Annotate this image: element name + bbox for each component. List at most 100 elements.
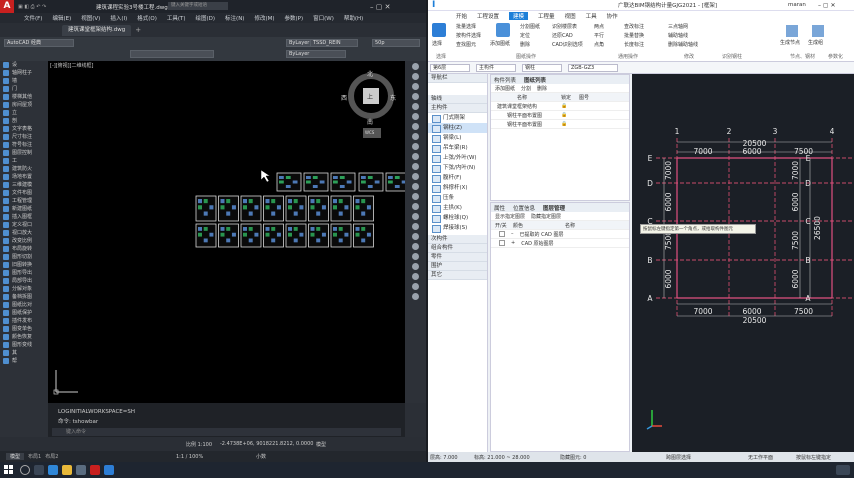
split-link[interactable]: 分割 bbox=[521, 85, 531, 92]
gld-tab-view[interactable]: 视图 bbox=[565, 12, 576, 20]
floor-select[interactable]: 第6层 bbox=[430, 64, 470, 72]
two-points[interactable]: 两点 bbox=[594, 23, 604, 30]
menu-window[interactable]: 窗口(W) bbox=[313, 14, 334, 22]
select-by-member[interactable]: 按构件选择 bbox=[456, 32, 481, 39]
menu-format[interactable]: 格式(O) bbox=[137, 14, 157, 22]
tssd-panel-item[interactable]: 改变比例 bbox=[0, 237, 48, 245]
tssd-panel-item[interactable]: 图形切割 bbox=[0, 253, 48, 261]
split-drawing[interactable]: 分割图纸 bbox=[520, 23, 540, 30]
identify-floor-table[interactable]: 识别楼层表 bbox=[552, 23, 577, 30]
tssd-panel-item[interactable]: 其 bbox=[0, 349, 48, 357]
nav-tool-icon[interactable] bbox=[412, 133, 419, 140]
tssd-panel-item[interactable]: 场地布置 bbox=[0, 173, 48, 181]
lock-icon[interactable]: 🔒 bbox=[561, 121, 567, 127]
gld-tab-settings[interactable]: 工程设置 bbox=[477, 12, 499, 20]
gld-tab-tools[interactable]: 工具 bbox=[586, 12, 597, 20]
generate-group-icon[interactable] bbox=[812, 25, 824, 37]
menu-dimension[interactable]: 标注(N) bbox=[225, 14, 244, 22]
generate-group-button[interactable]: 生成组 bbox=[808, 39, 823, 46]
nav-tool-icon[interactable] bbox=[412, 203, 419, 210]
autocad-taskbar-icon[interactable] bbox=[90, 465, 100, 475]
menu-tools[interactable]: 工具(T) bbox=[167, 14, 186, 22]
batch-replace[interactable]: 批量替换 bbox=[624, 32, 644, 39]
textstyle-select[interactable]: TSSD_REIN bbox=[310, 39, 358, 47]
workspace-select[interactable]: AutoCAD 经典 bbox=[4, 39, 74, 47]
menu-help[interactable]: 帮助(H) bbox=[344, 14, 363, 22]
show-layer-radio[interactable]: 显示指定图层 bbox=[495, 213, 525, 220]
drawing-row[interactable]: 钢柱平面布置图 🔒 bbox=[491, 120, 629, 129]
drawing-row[interactable]: 钢柱平面布置图 🔒 bbox=[491, 111, 629, 120]
menu-param[interactable]: 参数(P) bbox=[285, 14, 304, 22]
nav-item[interactable]: 焊接球(S) bbox=[428, 223, 487, 233]
edit-label[interactable]: 查改标注 bbox=[624, 23, 644, 30]
expand-icon[interactable]: + bbox=[511, 240, 515, 246]
layer-row[interactable]: + CAD 原始图层 bbox=[491, 239, 629, 248]
parallel[interactable]: 平行 bbox=[594, 32, 604, 39]
category-select[interactable]: 主构件 bbox=[476, 64, 516, 72]
gld-user[interactable]: maran bbox=[788, 2, 806, 8]
autocad-logo-icon[interactable]: A bbox=[0, 0, 14, 13]
aux-axis[interactable]: 辅助轴线 bbox=[668, 32, 688, 39]
tssd-panel-item[interactable]: 布局旋转 bbox=[0, 245, 48, 253]
menu-insert[interactable]: 插入(I) bbox=[110, 14, 127, 22]
tssd-panel-item[interactable]: 符号标注 bbox=[0, 141, 48, 149]
nav-tool-icon[interactable] bbox=[412, 73, 419, 80]
store-icon[interactable] bbox=[76, 465, 86, 475]
layer-checkbox[interactable] bbox=[499, 240, 505, 246]
tssd-panel-item[interactable]: 视口放大 bbox=[0, 229, 48, 237]
restore-cad[interactable]: 还原CAD bbox=[552, 32, 573, 39]
nav-tool-icon[interactable] bbox=[412, 263, 419, 270]
notification-icon[interactable] bbox=[836, 465, 850, 475]
generate-node-icon[interactable] bbox=[786, 25, 798, 37]
nav-tool-icon[interactable] bbox=[412, 173, 419, 180]
tssd-panel-item[interactable]: 轴网柱子 bbox=[0, 69, 48, 77]
tssd-panel-item[interactable]: 门 bbox=[0, 85, 48, 93]
tssd-panel-item[interactable]: 图形变线 bbox=[0, 341, 48, 349]
gld-tab-collab[interactable]: 协作 bbox=[607, 12, 618, 20]
nav-item[interactable]: 上弦/外叶(W) bbox=[428, 153, 487, 163]
compass-south[interactable]: 南 bbox=[367, 117, 373, 126]
nav-combo[interactable]: 组合构件 bbox=[428, 244, 487, 253]
tab-layer-mgmt[interactable]: 图层管理 bbox=[543, 204, 565, 212]
batch-select[interactable]: 批量选择 bbox=[456, 23, 476, 30]
viewcube-top[interactable]: 上 bbox=[367, 92, 373, 101]
nav-item[interactable]: 螺栓球(Q) bbox=[428, 213, 487, 223]
tssd-panel-item[interactable]: 建筑防火 bbox=[0, 165, 48, 173]
nav-tool-icon[interactable] bbox=[412, 233, 419, 240]
wcs-menu[interactable]: WCS bbox=[365, 130, 374, 135]
tssd-panel-item[interactable]: 颜色恢复 bbox=[0, 333, 48, 341]
three-point-axis[interactable]: 三点轴网 bbox=[668, 23, 688, 30]
dimstyle-select[interactable]: 50p bbox=[372, 39, 420, 47]
linetype-select[interactable]: ByLayer bbox=[286, 50, 346, 58]
member-select[interactable]: ZGB-GZ3 bbox=[568, 64, 618, 72]
tssd-panel-item[interactable]: 图纸保护 bbox=[0, 309, 48, 317]
tssd-panel-item[interactable]: 剖 bbox=[0, 117, 48, 125]
tssd-panel-item[interactable]: 工 bbox=[0, 157, 48, 165]
model-view[interactable]: 1 2 3 4 A A B B C C D D E E 20500 20500 7000 7000 6000 6000… bbox=[632, 74, 854, 452]
length-label[interactable]: 长度标注 bbox=[624, 41, 644, 48]
menu-view[interactable]: 视图(V) bbox=[81, 14, 100, 22]
add-drawing-icon[interactable] bbox=[496, 23, 510, 37]
tab-drawing-list[interactable]: 图纸列表 bbox=[524, 76, 546, 84]
acad-search-input[interactable]: 键入关键字或短语 bbox=[168, 2, 228, 10]
nav-tool-icon[interactable] bbox=[412, 123, 419, 130]
tssd-panel-item[interactable]: 工程管理 bbox=[0, 197, 48, 205]
nav-section-axis[interactable]: 轴线 bbox=[428, 95, 487, 104]
nav-item[interactable]: 吊车梁(R) bbox=[428, 143, 487, 153]
nav-parts[interactable]: 零件 bbox=[428, 253, 487, 262]
nav-item[interactable]: 腹杆(F) bbox=[428, 173, 487, 183]
type-select[interactable]: 钢柱 bbox=[522, 64, 562, 72]
nav-tool-icon[interactable] bbox=[412, 213, 419, 220]
menu-edit[interactable]: 编辑(E) bbox=[52, 14, 71, 22]
tssd-panel-item[interactable]: 设 bbox=[0, 61, 48, 69]
glodon-taskbar-icon[interactable] bbox=[104, 465, 114, 475]
tssd-panel-item[interactable]: 楼梯其他 bbox=[0, 93, 48, 101]
cad-options[interactable]: CAD识别选项 bbox=[552, 41, 583, 48]
nav-tool-icon[interactable] bbox=[412, 153, 419, 160]
generate-node-button[interactable]: 生成节点 bbox=[780, 39, 800, 46]
nav-section-main[interactable]: 主构件 bbox=[428, 104, 487, 113]
add-drawing-button[interactable]: 添加图纸 bbox=[490, 40, 510, 47]
tssd-panel-item[interactable]: 墙 bbox=[0, 77, 48, 85]
tssd-panel-item[interactable]: 定义视口 bbox=[0, 221, 48, 229]
tssd-panel-item[interactable]: 图纸比对 bbox=[0, 301, 48, 309]
